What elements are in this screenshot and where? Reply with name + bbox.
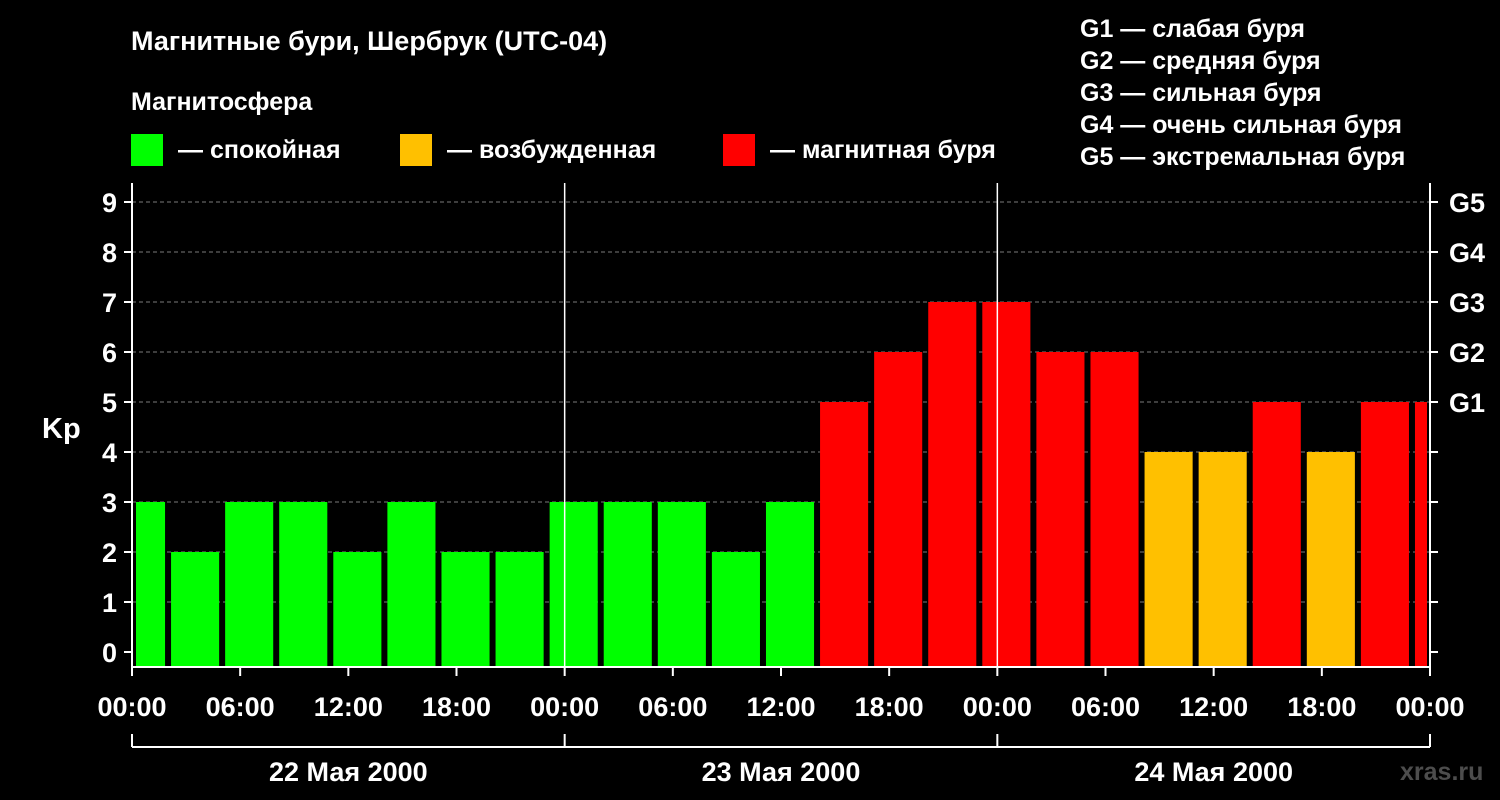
g-level-label: G1: [1449, 388, 1485, 418]
y-tick-label: 5: [102, 388, 117, 418]
y-tick-label: 7: [102, 288, 117, 318]
kp-bar: [765, 502, 815, 667]
y-tick-label: 0: [102, 638, 117, 668]
x-tick-label: 06:00: [638, 692, 707, 722]
g-level-label: G3: [1449, 288, 1485, 318]
kp-chart: Магнитные бури, Шербрук (UTC-04) Магнито…: [42, 15, 1485, 787]
legend-swatch-active: [400, 134, 432, 166]
kp-bar: [1414, 402, 1427, 667]
chart-title: Магнитные бури, Шербрук (UTC-04): [131, 26, 607, 56]
day-label: 23 Мая 2000: [702, 757, 861, 787]
x-tick-label: 06:00: [1071, 692, 1140, 722]
legend-swatch-quiet: [131, 134, 163, 166]
x-tick-label: 00:00: [963, 692, 1032, 722]
kp-bar: [171, 552, 220, 667]
storm-scale-g3: G3 — сильная буря: [1080, 79, 1322, 107]
x-tick-label: 12:00: [1179, 692, 1248, 722]
bars: [136, 302, 1427, 667]
kp-bar: [1144, 452, 1193, 667]
y-tick-label: 2: [102, 538, 117, 568]
day-label: 22 Мая 2000: [269, 757, 428, 787]
g-level-label: G4: [1449, 238, 1485, 268]
kp-bar: [279, 502, 328, 667]
kp-bar: [441, 552, 490, 667]
y-tick-label: 8: [102, 238, 117, 268]
y-tick-label: 1: [102, 588, 117, 618]
kp-bar: [136, 502, 166, 667]
y-tick-label: 9: [102, 188, 117, 218]
kp-bar: [1036, 352, 1085, 667]
x-tick-label: 18:00: [1287, 692, 1356, 722]
kp-bar: [603, 502, 652, 667]
storm-scale-g5: G5 — экстремальная буря: [1080, 143, 1405, 171]
x-tick-label: 18:00: [422, 692, 491, 722]
y-tick-label: 4: [102, 438, 117, 468]
kp-bar: [1252, 402, 1301, 667]
g-level-label: G5: [1449, 188, 1485, 218]
x-tick-label: 00:00: [530, 692, 599, 722]
kp-bar: [387, 502, 436, 667]
kp-bar: [1198, 452, 1247, 667]
watermark: xras.ru: [1400, 758, 1483, 786]
kp-bar: [495, 552, 544, 667]
x-tick-label: 00:00: [97, 692, 166, 722]
legend-label-storm: — магнитная буря: [770, 136, 996, 164]
x-tick-label: 12:00: [746, 692, 815, 722]
kp-bar: [982, 302, 1031, 667]
kp-bar: [820, 402, 869, 667]
kp-bar: [333, 552, 382, 667]
kp-bar: [225, 502, 274, 667]
kp-bar: [1090, 352, 1139, 667]
storm-scale-g2: G2 — средняя буря: [1080, 47, 1321, 75]
chart-header: Магнитные бури, Шербрук (UTC-04) Магнито…: [131, 26, 607, 116]
x-tick-label: 18:00: [855, 692, 924, 722]
x-tick-label: 00:00: [1395, 692, 1464, 722]
x-tick-label: 06:00: [206, 692, 275, 722]
kp-bar: [711, 552, 760, 667]
y-axis-label: Kp: [42, 413, 81, 445]
kp-bar: [1306, 452, 1355, 667]
x-tick-label: 12:00: [314, 692, 383, 722]
kp-bar: [549, 502, 598, 667]
kp-bar: [928, 302, 977, 667]
legend-swatch-storm: [723, 134, 755, 166]
storm-scale: G1 — слабая буря G2 — средняя буря G3 — …: [1080, 15, 1405, 171]
y-tick-label: 6: [102, 338, 117, 368]
kp-bar: [1360, 402, 1409, 667]
legend-title: Магнитосфера: [131, 88, 313, 116]
day-label: 24 Мая 2000: [1134, 757, 1293, 787]
legend-label-quiet: — спокойная: [178, 136, 341, 164]
storm-scale-g4: G4 — очень сильная буря: [1080, 111, 1402, 139]
storm-scale-g1: G1 — слабая буря: [1080, 15, 1305, 43]
y-tick-label: 3: [102, 488, 117, 518]
kp-bar: [657, 502, 706, 667]
g-level-label: G2: [1449, 338, 1485, 368]
legend: — спокойная — возбужденная — магнитная б…: [131, 134, 996, 166]
kp-bar: [874, 352, 923, 667]
legend-label-active: — возбужденная: [447, 136, 656, 164]
